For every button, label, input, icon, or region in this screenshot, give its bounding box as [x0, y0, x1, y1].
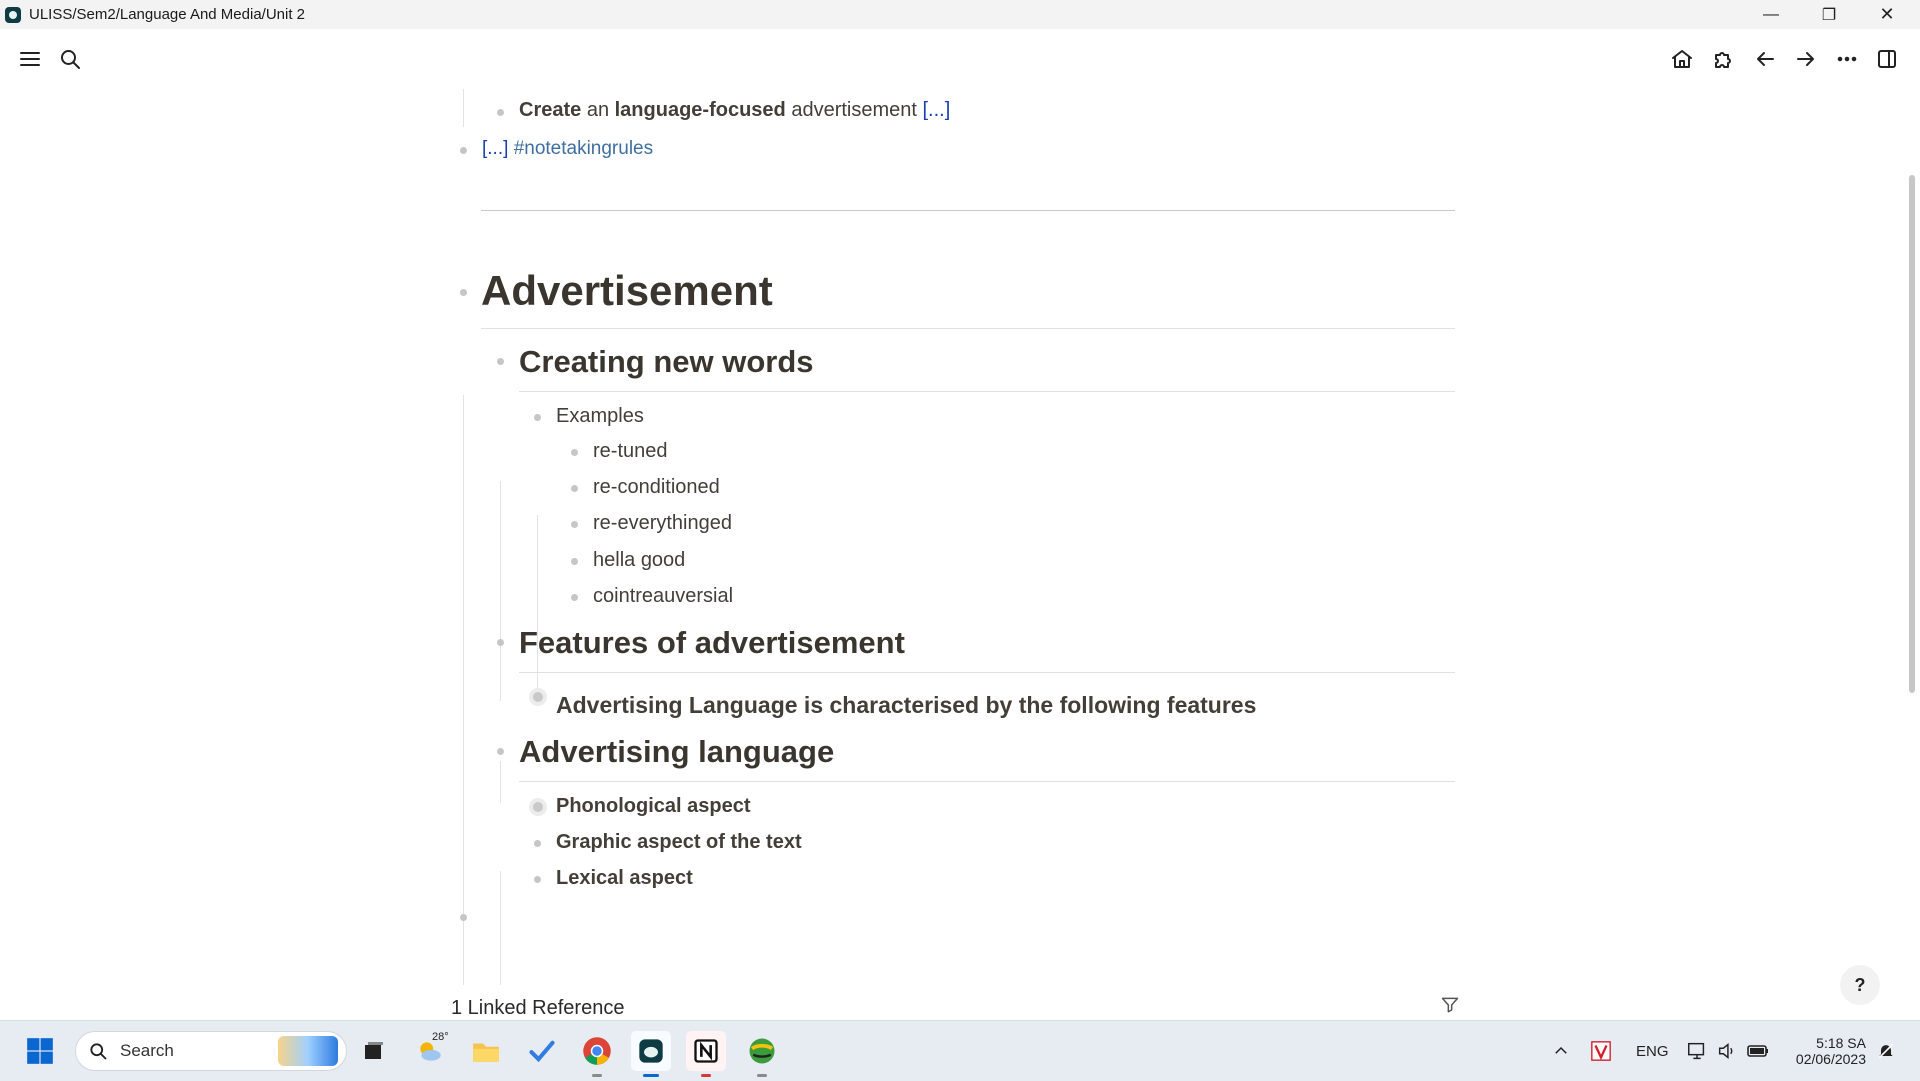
page-heading[interactable]: Advertisement [481, 267, 773, 315]
bold-text: Create [519, 99, 582, 121]
search-placeholder: Search [120, 1041, 174, 1060]
divider [519, 781, 1455, 782]
bullet[interactable] [534, 876, 541, 883]
list-item[interactable]: Examples [556, 405, 644, 428]
windows-start-icon[interactable] [20, 1031, 60, 1071]
app-icon [5, 6, 21, 23]
list-item[interactable]: [...] #notetakingrules [482, 138, 653, 160]
clock-date: 02/06/2023 [1795, 1051, 1866, 1067]
guide-line [500, 481, 501, 701]
chrome-icon[interactable] [577, 1031, 617, 1077]
taskbar: Search 28° ENG 5:18 SA 02/06/2023 [0, 1020, 1920, 1081]
tag-link[interactable]: #notetakingrules [514, 138, 653, 159]
bullet[interactable] [571, 558, 578, 565]
guide-line [537, 515, 538, 701]
list-item[interactable]: re-tuned [593, 440, 668, 463]
section-title[interactable]: Creating new words [519, 344, 814, 380]
antivirus-icon[interactable] [1590, 1021, 1612, 1081]
ellipsis-link[interactable]: [...] [482, 138, 508, 159]
divider [481, 328, 1455, 329]
toolbar [0, 29, 1920, 89]
guide-line [463, 89, 464, 127]
list-item[interactable]: Advertising Language is characterised by… [556, 692, 1256, 719]
running-indicator [592, 1074, 602, 1077]
list-item[interactable]: Graphic aspect of the text [556, 831, 802, 854]
file-explorer-icon[interactable] [466, 1031, 506, 1071]
weather-icon[interactable]: 28° [410, 1031, 450, 1071]
network-icon[interactable] [1686, 1021, 1708, 1081]
list-item[interactable]: Phonological aspect [556, 795, 750, 818]
notification-icon[interactable] [1876, 1021, 1896, 1081]
globe-app-icon[interactable] [742, 1031, 782, 1077]
list-item[interactable]: Lexical aspect [556, 867, 693, 890]
list-item[interactable]: Create an language-focused advertisement… [519, 99, 950, 122]
list-item[interactable]: cointreauversial [593, 585, 733, 608]
help-button[interactable]: ? [1840, 965, 1880, 1005]
language-indicator[interactable]: ENG [1636, 1021, 1669, 1081]
bullet[interactable] [497, 358, 504, 365]
bullet[interactable] [571, 485, 578, 492]
bullet[interactable] [534, 414, 541, 421]
list-item[interactable]: hella good [593, 549, 685, 572]
guide-line [500, 761, 501, 803]
active-indicator [643, 1074, 659, 1077]
filter-icon[interactable] [1440, 995, 1460, 1015]
search-highlight-icon [278, 1036, 338, 1066]
divider [519, 391, 1455, 392]
divider [481, 210, 1455, 211]
scrollbar[interactable] [1909, 175, 1915, 693]
more-icon[interactable] [1827, 39, 1867, 79]
bold-text: language-focused [614, 99, 786, 121]
close-button[interactable]: ✕ [1858, 0, 1916, 29]
bullet[interactable] [497, 748, 504, 755]
list-item[interactable]: re-everythinged [593, 512, 732, 535]
arrow-right-icon[interactable] [1786, 39, 1826, 79]
clock-time: 5:18 SA [1816, 1035, 1866, 1051]
minimize-button[interactable]: — [1742, 0, 1800, 29]
page-content: Create an language-focused advertisement… [0, 89, 1920, 1019]
bullet[interactable] [571, 521, 578, 528]
bullet[interactable] [497, 639, 504, 646]
logseq-icon[interactable] [631, 1031, 671, 1077]
text: an [581, 99, 615, 121]
weather-temp: 28° [432, 1031, 449, 1043]
puzzle-icon[interactable] [1704, 39, 1744, 79]
bullet[interactable] [571, 449, 578, 456]
text: advertisement [785, 99, 923, 121]
battery-icon[interactable] [1746, 1021, 1770, 1081]
maximize-button[interactable]: ❐ [1800, 0, 1858, 29]
bullet[interactable] [571, 594, 578, 601]
empty-block-bullet[interactable] [460, 914, 467, 921]
linked-references-header[interactable]: 1 Linked Reference [451, 997, 624, 1019]
notion-icon[interactable] [686, 1031, 726, 1077]
menu-icon[interactable] [10, 39, 50, 79]
arrow-left-icon[interactable] [1745, 39, 1785, 79]
collapsed-bullet[interactable] [533, 802, 543, 812]
todo-icon[interactable] [522, 1031, 562, 1071]
guide-line [463, 395, 464, 985]
bullet[interactable] [534, 840, 541, 847]
volume-icon[interactable] [1716, 1021, 1738, 1081]
collapsed-bullet[interactable] [533, 692, 543, 702]
bullet[interactable] [497, 109, 504, 116]
home-icon[interactable] [1662, 39, 1702, 79]
search-icon[interactable] [50, 39, 90, 79]
running-indicator [757, 1074, 767, 1077]
bullet[interactable] [460, 147, 467, 154]
running-indicator [701, 1074, 711, 1077]
sidebar-toggle-icon[interactable] [1867, 39, 1907, 79]
list-item[interactable]: re-conditioned [593, 476, 720, 499]
divider [519, 672, 1455, 673]
task-view-icon[interactable] [354, 1031, 394, 1071]
ellipsis-link[interactable]: [...] [923, 99, 951, 121]
show-hidden-icons[interactable] [1552, 1021, 1570, 1081]
bullet[interactable] [460, 289, 467, 296]
section-title[interactable]: Advertising language [519, 734, 834, 770]
section-title[interactable]: Features of advertisement [519, 625, 905, 661]
clock[interactable]: 5:18 SA 02/06/2023 [1786, 1021, 1866, 1081]
taskbar-search[interactable]: Search [75, 1031, 347, 1071]
window-title: ULISS/Sem2/Language And Media/Unit 2 [29, 6, 306, 23]
guide-line [500, 871, 501, 985]
title-bar: ULISS/Sem2/Language And Media/Unit 2 — ❐… [0, 0, 1920, 29]
